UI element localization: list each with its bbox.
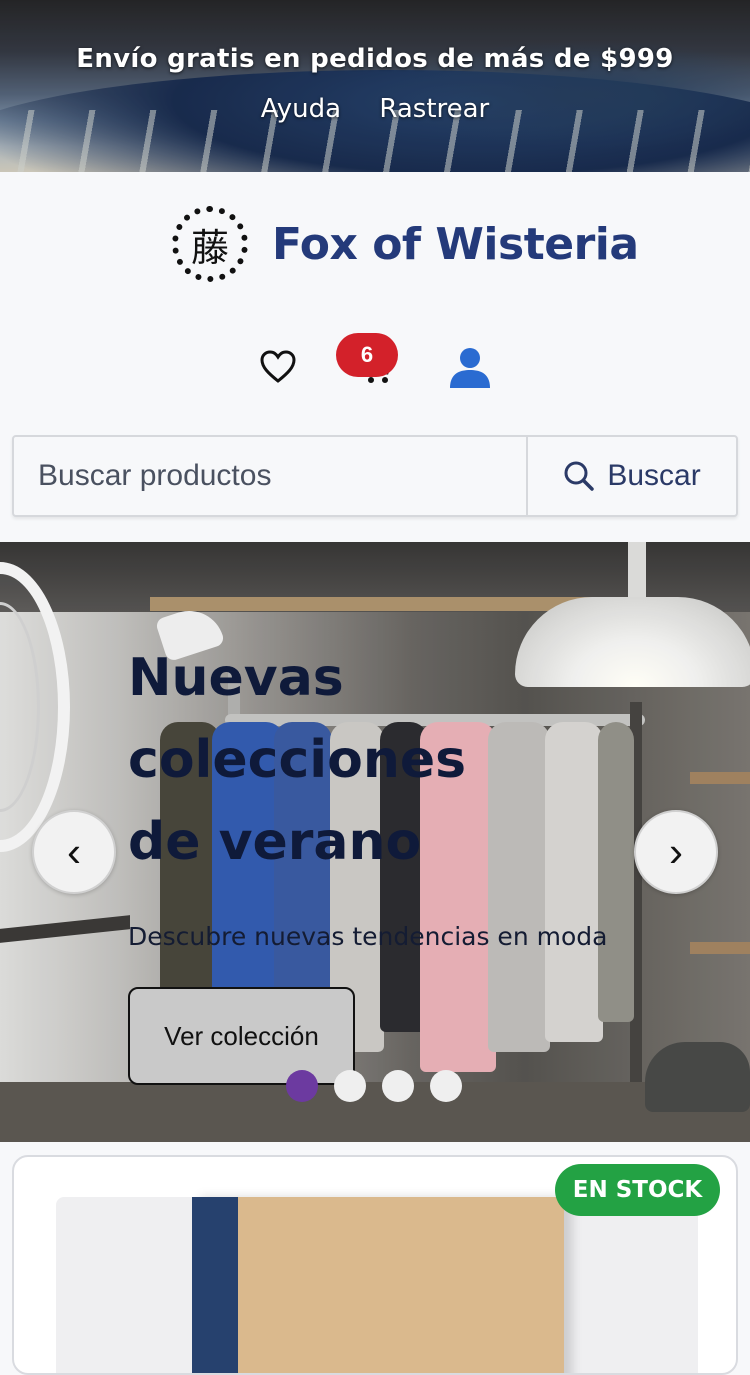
brand-name: Fox of Wisteria xyxy=(272,218,639,270)
top-banner: Envío gratis en pedidos de más de $999 A… xyxy=(0,0,750,172)
logo-kanji: 藤 xyxy=(190,225,229,270)
wishlist-button[interactable] xyxy=(248,337,308,397)
search-input[interactable] xyxy=(14,437,526,515)
hero-subtitle: Descubre nuevas tendencias en moda xyxy=(128,922,608,951)
brand-logo: 藤 xyxy=(168,202,252,286)
user-icon xyxy=(450,348,490,388)
carousel-dot-1[interactable] xyxy=(286,1070,318,1102)
carousel-prev-button[interactable]: ‹ xyxy=(32,810,116,894)
hero-title: Nuevas colecciones de verano xyxy=(128,648,467,872)
heart-icon xyxy=(260,350,296,383)
product-notebook-art xyxy=(192,1197,564,1373)
carousel-next-button[interactable]: › xyxy=(634,810,718,894)
chevron-right-icon: › xyxy=(669,828,683,875)
hero-carousel: Nuevas colecciones de verano Descubre nu… xyxy=(0,542,750,1142)
chevron-left-icon: ‹ xyxy=(67,828,81,875)
search-button[interactable]: Buscar xyxy=(526,437,736,515)
help-link[interactable]: Ayuda xyxy=(261,94,341,124)
top-links: Ayuda Rastrear xyxy=(0,94,750,124)
site-header: 藤 Fox of Wisteria 6 Buscar productos Bus… xyxy=(0,172,750,542)
search-bar: Buscar xyxy=(12,435,738,517)
carousel-dots xyxy=(286,1070,462,1102)
carousel-dot-3[interactable] xyxy=(382,1070,414,1102)
search-icon xyxy=(564,461,595,491)
account-button[interactable] xyxy=(440,337,500,397)
free-shipping-message: Envío gratis en pedidos de más de $999 xyxy=(76,44,674,74)
carousel-dot-2[interactable] xyxy=(334,1070,366,1102)
search-button-label: Buscar xyxy=(607,459,701,492)
cart-count-badge: 6 xyxy=(336,333,398,377)
header-icons: 6 xyxy=(0,333,750,397)
brand-home-link[interactable]: 藤 Fox of Wisteria xyxy=(168,202,639,286)
in-stock-badge: EN STOCK xyxy=(555,1164,720,1216)
track-link[interactable]: Rastrear xyxy=(379,94,489,124)
carousel-dot-4[interactable] xyxy=(430,1070,462,1102)
